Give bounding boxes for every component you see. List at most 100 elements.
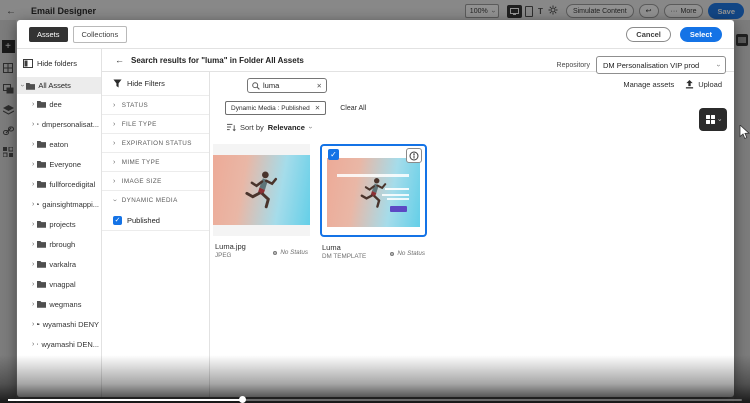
hide-filters-button[interactable]: Hide Filters bbox=[102, 72, 209, 96]
search-icon bbox=[252, 81, 260, 90]
status-dot-icon bbox=[273, 250, 278, 255]
manage-assets-link[interactable]: Manage assets bbox=[623, 80, 674, 89]
results-area: ✕ Dynamic Media : Published ✕ Clear All … bbox=[210, 72, 734, 397]
chevron-right-icon: › bbox=[32, 300, 35, 308]
filter-funnel-icon bbox=[113, 79, 122, 88]
runner-figure bbox=[360, 177, 386, 208]
asset-card[interactable]: Luma.jpg JPEG No Status bbox=[213, 144, 310, 259]
selected-checkbox[interactable]: ✓ bbox=[328, 149, 339, 160]
chevron-right-icon: › bbox=[32, 140, 35, 148]
banner-text-line bbox=[382, 194, 409, 196]
folder-item[interactable]: › projects bbox=[17, 214, 101, 234]
hide-folders-button[interactable]: Hide folders bbox=[17, 54, 101, 77]
chevron-right-icon: › bbox=[113, 177, 116, 185]
folder-item[interactable]: › vnagpal bbox=[17, 274, 101, 294]
filters-panel: Hide Filters › STATUS › FILE TYPE › EXPIRAT… bbox=[102, 72, 210, 397]
clear-search-icon[interactable]: ✕ bbox=[317, 82, 322, 90]
chevron-down-icon: › bbox=[714, 63, 722, 67]
search-input[interactable] bbox=[263, 81, 314, 90]
clear-all-link[interactable]: Clear All bbox=[340, 105, 366, 112]
info-icon bbox=[409, 151, 419, 160]
chevron-down-icon: › bbox=[716, 118, 722, 121]
chevron-right-icon: › bbox=[32, 220, 35, 228]
mouse-cursor bbox=[739, 125, 750, 140]
published-checkbox[interactable]: ✓ bbox=[113, 215, 122, 225]
chevron-right-icon: › bbox=[32, 100, 35, 108]
view-toggle-button[interactable]: › bbox=[699, 108, 727, 131]
video-progress-played bbox=[8, 399, 243, 401]
asset-type: JPEG bbox=[215, 252, 232, 259]
folder-item[interactable]: › Everyone bbox=[17, 154, 101, 174]
folder-panel: Hide folders › All Assets › dee › dmperson… bbox=[17, 49, 102, 397]
facet-file-type[interactable]: › FILE TYPE bbox=[102, 115, 209, 134]
template-banner-image bbox=[327, 158, 420, 227]
folder-item[interactable]: › dee bbox=[17, 94, 101, 114]
tab-assets[interactable]: Assets bbox=[29, 26, 68, 42]
remove-chip-icon[interactable]: ✕ bbox=[315, 104, 320, 112]
upload-icon bbox=[686, 80, 694, 89]
chevron-down-icon: › bbox=[18, 84, 26, 87]
folder-item[interactable]: › wegmans bbox=[17, 294, 101, 314]
runner-image bbox=[213, 155, 310, 225]
folder-icon bbox=[37, 161, 47, 168]
chevron-right-icon: › bbox=[32, 120, 35, 128]
back-icon[interactable]: ← bbox=[115, 55, 124, 65]
tab-collections[interactable]: Collections bbox=[72, 25, 128, 43]
folder-item[interactable]: › rbrough bbox=[17, 234, 101, 254]
results-title: Search results for "luma" in Folder All … bbox=[131, 55, 304, 65]
sort-value[interactable]: Relevance bbox=[268, 123, 305, 132]
folder-item[interactable]: › wyamashi DENY bbox=[17, 314, 101, 334]
repository-label: Repository bbox=[556, 61, 590, 69]
asset-name: Luma bbox=[322, 243, 341, 252]
chevron-right-icon: › bbox=[32, 340, 35, 348]
folder-item[interactable]: › fullforcedigital bbox=[17, 174, 101, 194]
info-button[interactable] bbox=[406, 148, 422, 163]
asset-thumbnail bbox=[213, 144, 310, 236]
search-box: ✕ bbox=[247, 78, 327, 93]
chevron-right-icon: › bbox=[32, 200, 35, 208]
screen: ← Email Designer 100% › T Simulate Conte… bbox=[0, 0, 750, 403]
folder-root-all-assets[interactable]: › All Assets bbox=[17, 77, 101, 94]
folder-item[interactable]: › dmpersonalisat... bbox=[17, 114, 101, 134]
folder-icon bbox=[37, 221, 47, 228]
repository-select[interactable]: DM Personalisation VIP prod › bbox=[596, 56, 726, 74]
published-filter-row: ✓ Published bbox=[102, 210, 209, 231]
folder-icon bbox=[26, 82, 36, 90]
chevron-down-icon[interactable]: › bbox=[307, 126, 314, 128]
folder-icon bbox=[37, 281, 47, 288]
cancel-button[interactable]: Cancel bbox=[626, 26, 671, 42]
folder-icon bbox=[37, 101, 47, 108]
facet-expiration-status[interactable]: › EXPIRATION STATUS bbox=[102, 134, 209, 153]
chevron-right-icon: › bbox=[32, 180, 35, 188]
folder-item[interactable]: › eaton bbox=[17, 134, 101, 154]
asset-card-selected[interactable]: ✓ Luma DM TEMPLATE No Status bbox=[320, 144, 427, 260]
folder-icon bbox=[37, 241, 47, 248]
facet-mime-type[interactable]: › MIME TYPE bbox=[102, 153, 209, 172]
folder-icon bbox=[37, 203, 40, 205]
chevron-right-icon: › bbox=[32, 260, 35, 268]
folder-icon bbox=[37, 323, 40, 325]
chevron-right-icon: › bbox=[32, 280, 35, 288]
filter-chip[interactable]: Dynamic Media : Published ✕ bbox=[225, 101, 327, 115]
folder-item[interactable]: › varkalra bbox=[17, 254, 101, 274]
facet-dynamic-media[interactable]: › DYNAMIC MEDIA bbox=[102, 191, 209, 210]
folder-icon bbox=[37, 301, 47, 308]
select-button[interactable]: Select bbox=[679, 26, 722, 42]
repository-control: Repository DM Personalisation VIP prod › bbox=[557, 56, 726, 74]
chevron-right-icon: › bbox=[32, 320, 35, 328]
asset-picker-dialog: Assets Collections Cancel Select Hide fo… bbox=[17, 20, 734, 397]
upload-button[interactable]: Upload bbox=[685, 80, 722, 89]
banner-text-line bbox=[385, 188, 409, 190]
facet-image-size[interactable]: › IMAGE SIZE bbox=[102, 172, 209, 191]
asset-name: Luma.jpg bbox=[215, 242, 246, 251]
folder-item[interactable]: › gainsightmappi... bbox=[17, 194, 101, 214]
video-progress-thumb[interactable] bbox=[239, 396, 246, 403]
chevron-right-icon: › bbox=[113, 120, 116, 128]
chevron-right-icon: › bbox=[32, 160, 35, 168]
status-dot-icon bbox=[390, 251, 395, 256]
facet-status[interactable]: › STATUS bbox=[102, 96, 209, 115]
banner-cta-button bbox=[390, 206, 407, 212]
folder-icon bbox=[37, 141, 47, 148]
folder-item[interactable]: › wyamashi DEN... bbox=[17, 334, 101, 354]
sort-by-label: Sort by bbox=[240, 123, 264, 132]
